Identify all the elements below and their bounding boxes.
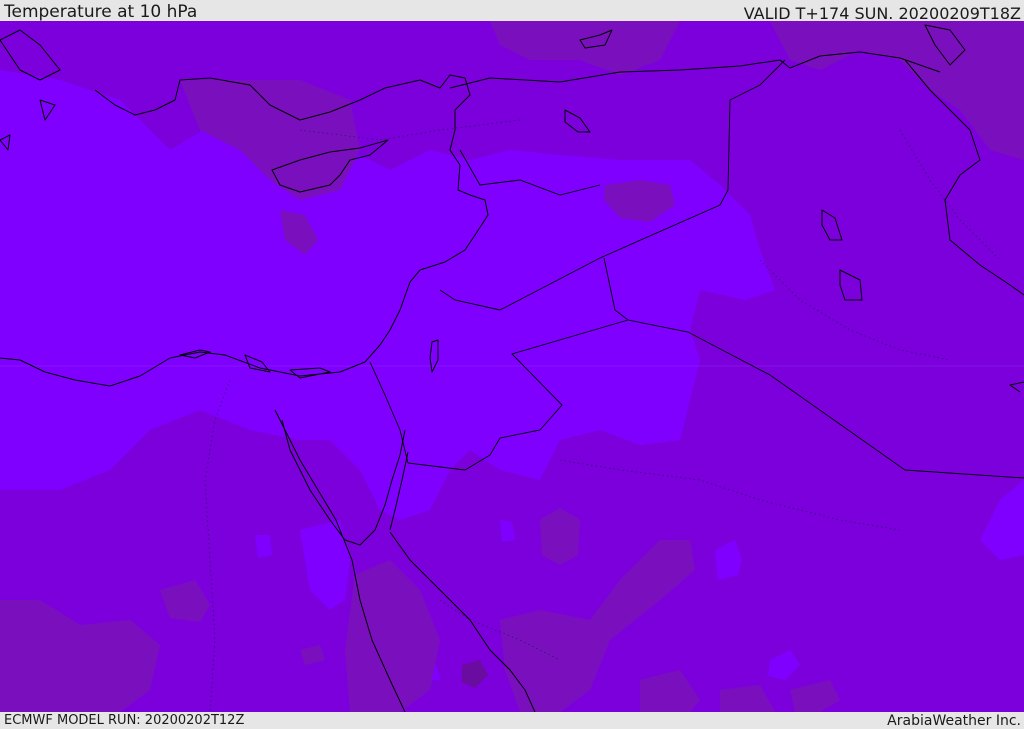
credit-label: ArabiaWeather Inc. xyxy=(887,713,1021,729)
header-bar: Temperature at 10 hPa VALID T+174 SUN. 2… xyxy=(0,0,1024,23)
map-title: Temperature at 10 hPa xyxy=(4,2,198,22)
model-run-label: ECMWF MODEL RUN: 20200202T12Z xyxy=(4,713,245,728)
footer-bar: ECMWF MODEL RUN: 20200202T12Z ArabiaWeat… xyxy=(0,712,1024,729)
valid-time: VALID T+174 SUN. 20200209T18Z xyxy=(743,4,1021,23)
weather-map[interactable] xyxy=(0,21,1024,712)
field-cold-saudi-1 xyxy=(540,508,580,565)
map-canvas[interactable] xyxy=(0,21,1024,712)
